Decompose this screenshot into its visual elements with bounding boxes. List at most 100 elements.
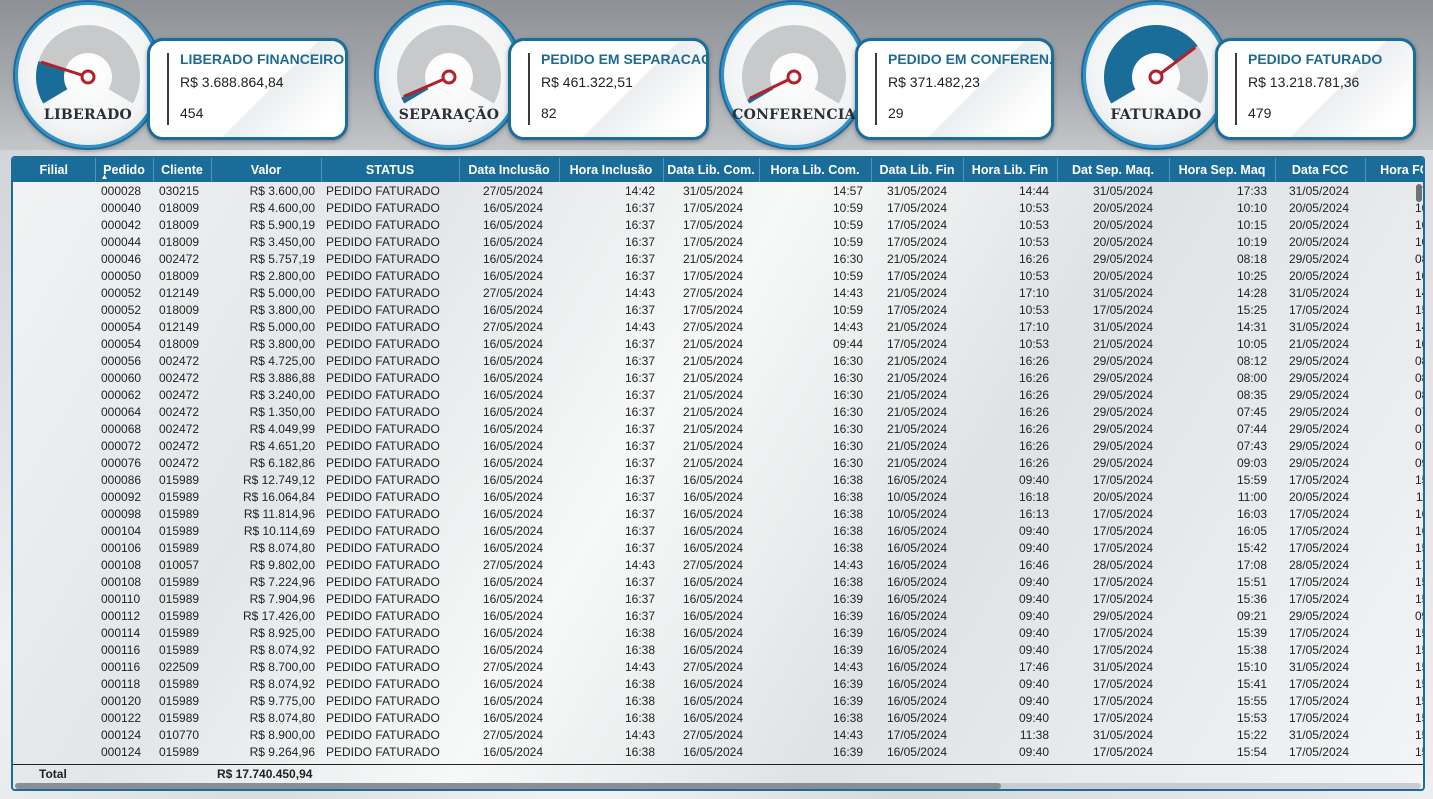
cell-hora-inclusao: 16:37 <box>624 591 655 606</box>
column-header-data-lib-com[interactable]: Data Lib. Com. <box>663 158 760 182</box>
cell-hora-sep-maq: 15:55 <box>1236 693 1267 708</box>
table-row[interactable]: 000050 018009 R$ 2.800,00 PEDIDO FATURADO 16… <box>13 267 1423 284</box>
column-header-status[interactable]: STATUS <box>321 158 460 182</box>
column-header-pedido[interactable]: Pedido ▲ <box>95 158 154 182</box>
table-row[interactable]: 000116 015989 R$ 8.074,92 PEDIDO FATURADO 16… <box>13 641 1423 658</box>
cell-data-lib-fin: 16/05/2024 <box>886 608 947 623</box>
cell-hora-lib-com: 16:39 <box>832 642 863 657</box>
table-row[interactable]: 000042 018009 R$ 5.900,19 PEDIDO FATURADO 16… <box>13 216 1423 233</box>
column-header-data-inclusao[interactable]: Data Inclusão <box>459 158 560 182</box>
total-value: R$ 17.740.450,94 <box>217 767 313 781</box>
table-row[interactable]: 000104 015989 R$ 10.114,69 PEDIDO FATURADO 1… <box>13 522 1423 539</box>
cell-hora-inclusao: 16:38 <box>624 625 655 640</box>
table-row[interactable]: 000118 015989 R$ 8.074,92 PEDIDO FATURADO 16… <box>13 675 1423 692</box>
column-header-data-fcc[interactable]: Data FCC <box>1275 158 1366 182</box>
cell-data-fcc: 17/05/2024 <box>1288 540 1349 555</box>
table-row[interactable]: 000098 015989 R$ 11.814,96 PEDIDO FATURADO 1… <box>13 505 1423 522</box>
kpi-card-liberado[interactable]: LIBERADO FINANCEIRO R$ 3.688.864,84 454 <box>147 38 348 140</box>
table-row[interactable]: 000092 015989 R$ 16.064,84 PEDIDO FATURADO 1… <box>13 488 1423 505</box>
table-row[interactable]: 000040 018009 R$ 4.600,00 PEDIDO FATURADO 16… <box>13 199 1423 216</box>
cell-hora-inclusao: 16:37 <box>624 523 655 538</box>
column-header-hora-sep-maq[interactable]: Hora Sep. Maq <box>1169 158 1276 182</box>
column-header-cliente[interactable]: Cliente <box>153 158 212 182</box>
orders-table-visual[interactable]: Filial Pedido ▲ Cliente Valor STATUS Data Incl… <box>11 156 1425 791</box>
column-header-valor[interactable]: Valor <box>211 158 322 182</box>
table-row[interactable]: 000122 015989 R$ 8.074,80 PEDIDO FATURADO 16… <box>13 709 1423 726</box>
table-row[interactable]: 000086 015989 R$ 12.749,12 PEDIDO FATURADO 1… <box>13 471 1423 488</box>
cell-pedido: 000042 <box>101 217 142 232</box>
table-row[interactable]: 000044 018009 R$ 3.450,00 PEDIDO FATURADO 16… <box>13 233 1423 250</box>
cell-pedido: 000120 <box>101 693 142 708</box>
vertical-scrollbar[interactable] <box>1416 184 1422 762</box>
table-row[interactable]: 000116 022509 R$ 8.700,00 PEDIDO FATURADO 27… <box>13 658 1423 675</box>
cell-hora-inclusao: 14:43 <box>624 319 655 334</box>
gauge-conferencia[interactable]: CONFERENCIA <box>721 2 867 148</box>
vertical-scroll-thumb[interactable] <box>1416 184 1422 202</box>
cell-hora-lib-fin: 09:40 <box>1018 676 1049 691</box>
horizontal-scrollbar[interactable] <box>15 783 1421 789</box>
kpi-card-conferencia[interactable]: PEDIDO EM CONFEREN... R$ 371.482,23 29 <box>855 38 1054 140</box>
table-row[interactable]: 000028 030215 R$ 3.600,00 PEDIDO FATURADO 27… <box>13 182 1423 199</box>
cell-data-inclusao: 16/05/2024 <box>482 455 543 470</box>
cell-data-inclusao: 16/05/2024 <box>482 523 543 538</box>
cell-hora-sep-maq: 08:18 <box>1236 251 1267 266</box>
table-row[interactable]: 000124 015989 R$ 9.264,96 PEDIDO FATURADO 16… <box>13 743 1423 760</box>
cell-data-inclusao: 16/05/2024 <box>482 404 543 419</box>
table-row[interactable]: 000054 018009 R$ 3.800,00 PEDIDO FATURADO 16… <box>13 335 1423 352</box>
column-header-hora-lib-com[interactable]: Hora Lib. Com. <box>759 158 872 182</box>
card-value: R$ 3.688.864,84 <box>180 74 284 90</box>
cell-hora-lib-com: 16:39 <box>832 591 863 606</box>
table-row[interactable]: 000052 018009 R$ 3.800,00 PEDIDO FATURADO 16… <box>13 301 1423 318</box>
table-row[interactable]: 000072 002472 R$ 4.651,20 PEDIDO FATURADO 16… <box>13 437 1423 454</box>
cell-hora-sep-maq: 08:35 <box>1236 387 1267 402</box>
column-header-dat-sep-maq[interactable]: Dat Sep. Maq. <box>1057 158 1170 182</box>
table-row[interactable]: 000062 002472 R$ 3.240,00 PEDIDO FATURADO 16… <box>13 386 1423 403</box>
table-row[interactable]: 000064 002472 R$ 1.350,00 PEDIDO FATURADO 16… <box>13 403 1423 420</box>
cell-data-lib-com: 16/05/2024 <box>682 693 743 708</box>
table-row[interactable]: 000108 015989 R$ 7.224,96 PEDIDO FATURADO 16… <box>13 573 1423 590</box>
kpi-card-faturado[interactable]: PEDIDO FATURADO R$ 13.218.781,36 479 <box>1215 38 1416 140</box>
table-row[interactable]: 000120 015989 R$ 9.775,00 PEDIDO FATURADO 16… <box>13 692 1423 709</box>
cell-data-lib-fin: 16/05/2024 <box>886 472 947 487</box>
table-row[interactable]: 000124 010770 R$ 8.900,00 PEDIDO FATURADO 27… <box>13 726 1423 743</box>
column-header-filial[interactable]: Filial <box>13 158 96 182</box>
cell-hora-sep-maq: 17:33 <box>1236 183 1267 198</box>
table-row[interactable]: 000052 012149 R$ 5.000,00 PEDIDO FATURADO 27… <box>13 284 1423 301</box>
kpi-card-separacao[interactable]: PEDIDO EM SEPARACAO R$ 461.322,51 82 <box>508 38 709 140</box>
cell-data-lib-fin: 16/05/2024 <box>886 557 947 572</box>
gauge-faturado[interactable]: FATURADO <box>1083 2 1229 148</box>
table-row[interactable]: 000056 002472 R$ 4.725,00 PEDIDO FATURADO 16… <box>13 352 1423 369</box>
cell-data-lib-fin: 21/05/2024 <box>886 455 947 470</box>
cell-hora-sep-maq: 15:51 <box>1236 574 1267 589</box>
cell-data-lib-fin: 17/05/2024 <box>886 302 947 317</box>
cell-hora-sep-maq: 16:05 <box>1236 523 1267 538</box>
column-header-hora-fcc[interactable]: Hora FCC <box>1365 158 1423 182</box>
cell-hora-lib-fin: 10:53 <box>1018 336 1049 351</box>
cell-filial <box>13 233 95 250</box>
column-header-hora-inclusao[interactable]: Hora Inclusão <box>559 158 664 182</box>
table-row[interactable]: 000054 012149 R$ 5.000,00 PEDIDO FATURADO 27… <box>13 318 1423 335</box>
table-row[interactable]: 000060 002472 R$ 3.886,88 PEDIDO FATURADO 16… <box>13 369 1423 386</box>
gauge-separacao[interactable]: SEPARAÇÃO <box>376 2 522 148</box>
cell-hora-inclusao: 16:37 <box>624 387 655 402</box>
cell-status: PEDIDO FATURADO <box>326 183 440 198</box>
column-header-data-lib-fin[interactable]: Data Lib. Fin <box>871 158 964 182</box>
table-row[interactable]: 000112 015989 R$ 17.426,00 PEDIDO FATURADO 1… <box>13 607 1423 624</box>
column-header-hora-lib-fin[interactable]: Hora Lib. Fin <box>963 158 1058 182</box>
table-row[interactable]: 000076 002472 R$ 6.182,86 PEDIDO FATURADO 16… <box>13 454 1423 471</box>
cell-hora-lib-fin: 10:53 <box>1018 268 1049 283</box>
horizontal-scroll-thumb[interactable] <box>15 783 1001 789</box>
table-row[interactable]: 000108 010057 R$ 9.802,00 PEDIDO FATURADO 27… <box>13 556 1423 573</box>
table-row[interactable]: 000106 015989 R$ 8.074,80 PEDIDO FATURADO 16… <box>13 539 1423 556</box>
cell-data-inclusao: 16/05/2024 <box>482 217 543 232</box>
gauge-liberado[interactable]: LIBERADO <box>15 2 161 148</box>
table-row[interactable]: 000114 015989 R$ 8.925,00 PEDIDO FATURADO 16… <box>13 624 1423 641</box>
cell-data-fcc: 31/05/2024 <box>1288 285 1349 300</box>
cell-data-fcc: 17/05/2024 <box>1288 676 1349 691</box>
table-row[interactable]: 000110 015989 R$ 7.904,96 PEDIDO FATURADO 16… <box>13 590 1423 607</box>
cell-hora-lib-com: 10:59 <box>832 234 863 249</box>
table-row[interactable]: 000046 002472 R$ 5.757,19 PEDIDO FATURADO 16… <box>13 250 1423 267</box>
cell-pedido: 000076 <box>101 455 142 470</box>
cell-data-fcc: 28/05/2024 <box>1288 557 1349 572</box>
table-row[interactable]: 000068 002472 R$ 4.049,99 PEDIDO FATURADO 16… <box>13 420 1423 437</box>
